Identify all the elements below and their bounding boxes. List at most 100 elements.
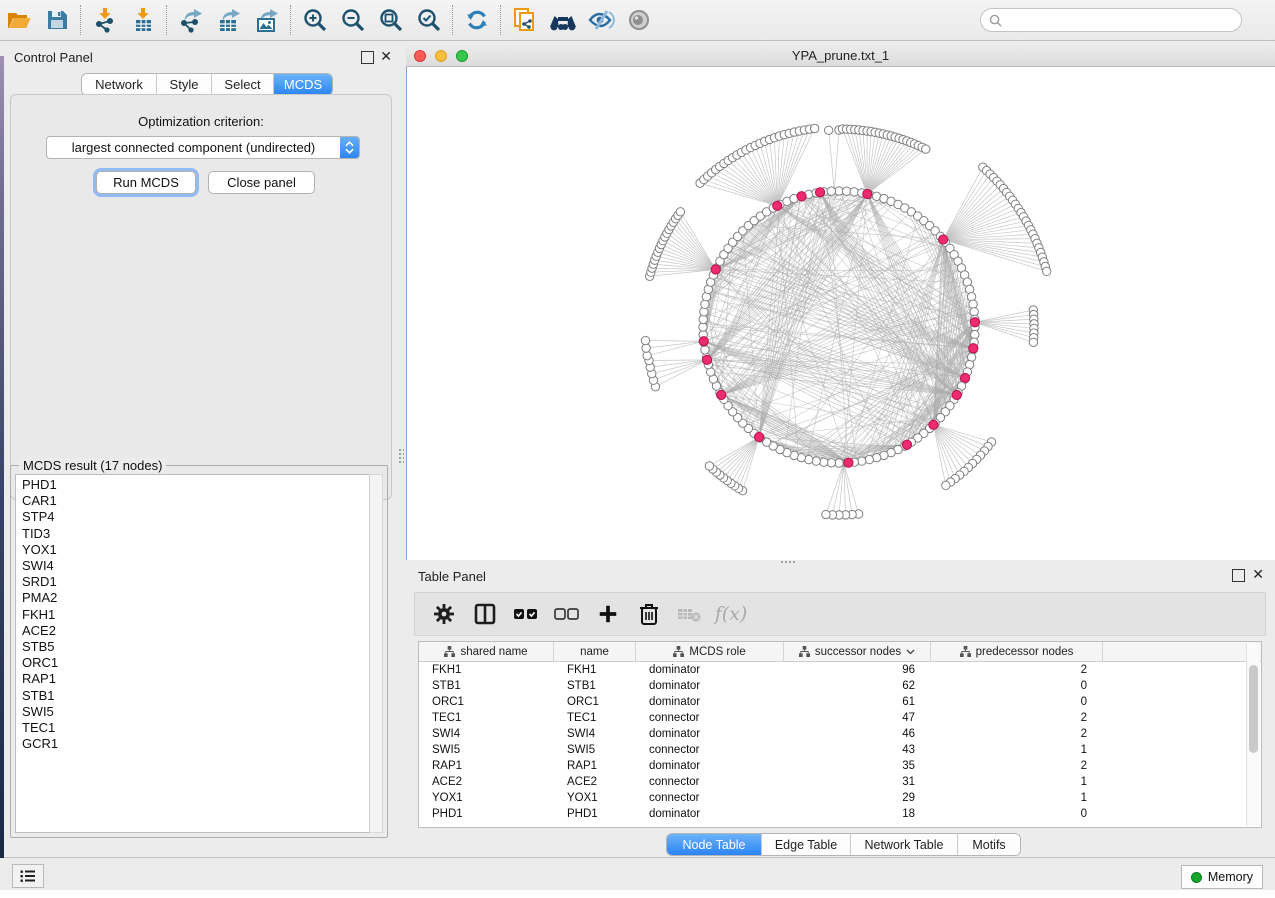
network-node[interactable] xyxy=(676,208,684,216)
show-all-eye-icon[interactable] xyxy=(620,3,658,37)
network-node[interactable] xyxy=(922,145,930,153)
mcds-result-item[interactable]: ACE2 xyxy=(16,623,370,639)
search-network-icon[interactable] xyxy=(544,3,582,37)
network-node[interactable] xyxy=(827,187,835,195)
mcds-dominator-node[interactable] xyxy=(711,265,720,274)
close-panel-icon[interactable]: ✕ xyxy=(380,50,392,63)
export-network-icon[interactable] xyxy=(172,3,210,37)
mcds-dominator-node[interactable] xyxy=(960,373,969,382)
criterion-select[interactable]: largest connected component (undirected) xyxy=(46,136,360,159)
mcds-dominator-node[interactable] xyxy=(902,440,911,449)
mcds-dominator-node[interactable] xyxy=(797,192,806,201)
network-node[interactable] xyxy=(969,300,977,308)
mcds-result-item[interactable]: GCR1 xyxy=(16,736,370,752)
horizontal-splitter-handle[interactable] xyxy=(780,560,796,565)
tab-node-table[interactable]: Node Table xyxy=(667,834,762,855)
mcds-dominator-node[interactable] xyxy=(702,355,711,364)
mcds-result-item[interactable]: TEC1 xyxy=(16,720,370,736)
tab-mcds[interactable]: MCDS xyxy=(274,74,332,95)
zoom-in-icon[interactable] xyxy=(296,3,334,37)
column-header-name[interactable]: name xyxy=(554,642,636,661)
column-header-predecessor-nodes[interactable]: predecessor nodes xyxy=(931,642,1103,661)
export-image-icon[interactable] xyxy=(248,3,286,37)
mcds-result-item[interactable]: PHD1 xyxy=(16,477,370,493)
task-history-button[interactable] xyxy=(12,864,44,888)
hide-selected-icon[interactable] xyxy=(582,3,620,37)
mcds-dominator-node[interactable] xyxy=(863,189,872,198)
column-header-MCDS-role[interactable]: MCDS role xyxy=(636,642,784,661)
mcds-result-item[interactable]: FKH1 xyxy=(16,607,370,623)
show-columns-icon[interactable] xyxy=(472,601,498,627)
clone-network-icon[interactable] xyxy=(506,3,544,37)
network-node[interactable] xyxy=(701,300,709,308)
tab-select[interactable]: Select xyxy=(212,74,274,95)
save-session-icon[interactable] xyxy=(38,3,76,37)
network-node[interactable] xyxy=(858,457,866,465)
memory-button[interactable]: Memory xyxy=(1181,865,1263,889)
tab-edge-table[interactable]: Edge Table xyxy=(762,834,851,855)
mcds-result-item[interactable]: STB5 xyxy=(16,639,370,655)
network-node[interactable] xyxy=(865,455,873,463)
close-panel-button[interactable]: Close panel xyxy=(208,171,315,194)
zoom-out-icon[interactable] xyxy=(334,3,372,37)
network-node[interactable] xyxy=(810,124,818,132)
network-graph[interactable] xyxy=(407,67,1274,558)
table-row[interactable]: SWI4SWI4dominator462 xyxy=(419,726,1261,742)
mcds-result-item[interactable]: SWI4 xyxy=(16,558,370,574)
network-node[interactable] xyxy=(822,510,830,518)
float-table-panel-icon[interactable] xyxy=(1232,569,1245,582)
table-scrollbar-thumb[interactable] xyxy=(1249,665,1258,753)
table-row[interactable]: ORC1ORC1dominator610 xyxy=(419,694,1261,710)
mcds-dominator-node[interactable] xyxy=(844,458,853,467)
table-scrollbar[interactable] xyxy=(1246,643,1260,826)
mcds-list-scrollbar[interactable] xyxy=(369,474,383,833)
delete-row-trash-icon[interactable] xyxy=(636,601,662,627)
network-node[interactable] xyxy=(643,351,651,359)
tab-style[interactable]: Style xyxy=(157,74,212,95)
network-node[interactable] xyxy=(820,458,828,466)
mcds-result-item[interactable]: STB1 xyxy=(16,688,370,704)
table-row[interactable]: FKH1FKH1dominator962 xyxy=(419,662,1261,678)
table-row[interactable]: SWI5SWI5connector431 xyxy=(419,742,1261,758)
table-row[interactable]: TEC1TEC1connector472 xyxy=(419,710,1261,726)
mcds-result-item[interactable]: SWI5 xyxy=(16,704,370,720)
network-node[interactable] xyxy=(850,188,858,196)
mcds-dominator-node[interactable] xyxy=(969,344,978,353)
table-row[interactable]: ACE2ACE2connector311 xyxy=(419,774,1261,790)
select-all-icon[interactable] xyxy=(513,601,539,627)
add-row-icon[interactable] xyxy=(595,601,621,627)
tab-network-table[interactable]: Network Table xyxy=(851,834,958,855)
mcds-dominator-node[interactable] xyxy=(929,420,938,429)
float-panel-icon[interactable] xyxy=(361,51,374,64)
table-row[interactable]: PHD1PHD1dominator180 xyxy=(419,806,1261,822)
import-network-icon[interactable] xyxy=(86,3,124,37)
network-node[interactable] xyxy=(700,308,708,316)
network-node[interactable] xyxy=(970,308,978,316)
network-node[interactable] xyxy=(705,462,713,470)
run-mcds-button[interactable]: Run MCDS xyxy=(96,171,196,194)
network-node[interactable] xyxy=(827,459,835,467)
vertical-splitter-handle[interactable] xyxy=(398,448,404,464)
network-node[interactable] xyxy=(967,293,975,301)
tab-motifs[interactable]: Motifs xyxy=(958,834,1020,855)
mcds-dominator-node[interactable] xyxy=(970,318,979,327)
refresh-icon[interactable] xyxy=(458,3,496,37)
mcds-result-item[interactable]: ORC1 xyxy=(16,655,370,671)
mcds-dominator-node[interactable] xyxy=(939,235,948,244)
network-node[interactable] xyxy=(971,330,979,338)
mcds-result-item[interactable]: RAP1 xyxy=(16,671,370,687)
close-table-panel-icon[interactable]: ✕ xyxy=(1252,568,1264,581)
mcds-dominator-node[interactable] xyxy=(773,201,782,210)
network-canvas[interactable] xyxy=(406,67,1275,560)
table-row[interactable]: RAP1RAP1dominator352 xyxy=(419,758,1261,774)
network-node[interactable] xyxy=(699,315,707,323)
zoom-selected-icon[interactable] xyxy=(410,3,448,37)
network-node[interactable] xyxy=(942,481,950,489)
network-node[interactable] xyxy=(701,346,709,354)
column-header-shared-name[interactable]: shared name xyxy=(419,642,554,661)
zoom-fit-icon[interactable] xyxy=(372,3,410,37)
network-node[interactable] xyxy=(1042,267,1050,275)
network-node[interactable] xyxy=(824,126,832,134)
mcds-result-item[interactable]: TID3 xyxy=(16,526,370,542)
mcds-dominator-node[interactable] xyxy=(952,390,961,399)
